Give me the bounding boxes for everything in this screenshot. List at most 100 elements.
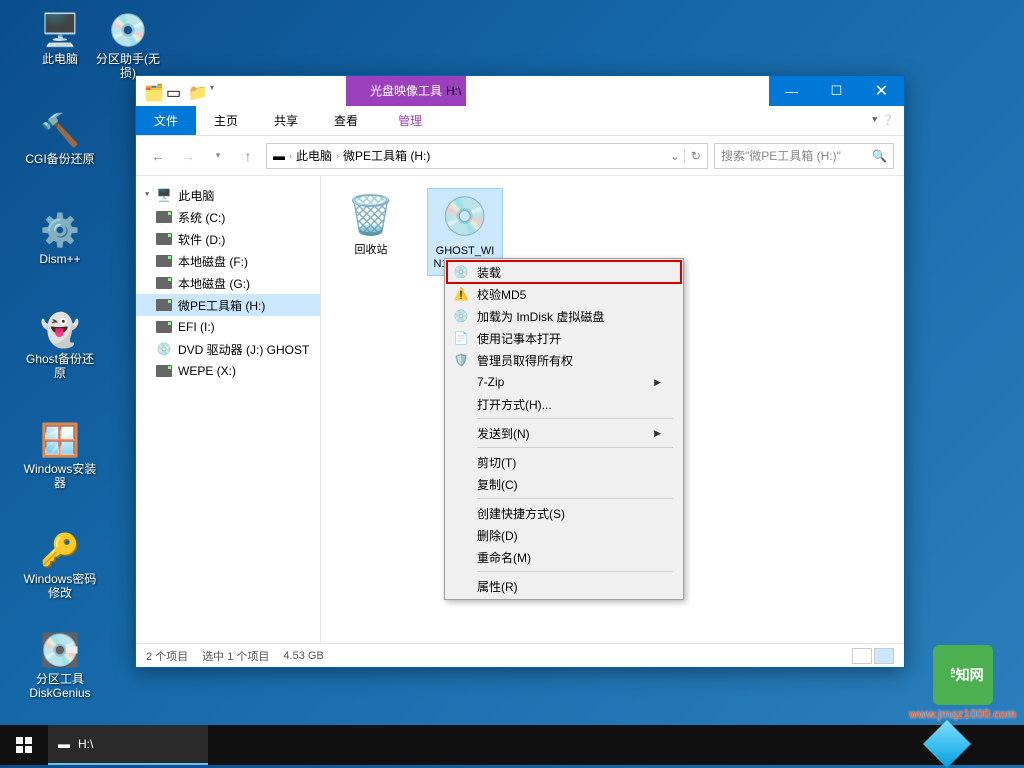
menu-item[interactable]: ⚠️校验MD5 xyxy=(447,283,681,305)
taskbar-item-explorer[interactable]: ▬ H:\ xyxy=(48,725,208,765)
desktop-icon-partition-assistant[interactable]: 💿分区助手(无损) xyxy=(90,10,166,80)
drive-icon: 💿 xyxy=(156,341,172,357)
address-bar: ← → ▾ ↑ ▬ › 此电脑 › 微PE工具箱 (H:) ⌄ ↻ 搜索"微PE… xyxy=(136,136,904,176)
minimize-button[interactable]: — xyxy=(769,76,814,106)
menu-item[interactable]: 复制(C) xyxy=(447,473,681,495)
desktop-icon-windows-installer[interactable]: 🪟Windows安装器 xyxy=(22,420,98,490)
ribbon-tab-view[interactable]: 查看 xyxy=(316,106,376,135)
drive-icon xyxy=(156,275,172,291)
menu-item[interactable]: 💿装载 xyxy=(447,261,681,283)
sidebar-item-drive[interactable]: 💿 DVD 驱动器 (J:) GHOST xyxy=(136,338,320,360)
desktop-icon-this-pc[interactable]: 🖥️此电脑 xyxy=(22,10,98,66)
explorer-icon: 🗂️ xyxy=(144,83,160,99)
diskgenius-icon: 💽 xyxy=(40,630,80,670)
sidebar-item-label: DVD 驱动器 (J:) GHOST xyxy=(178,341,309,358)
sidebar-item-drive[interactable]: 软件 (D:) xyxy=(136,228,320,250)
drive-icon xyxy=(156,319,172,335)
ghost-iso-icon: 💿 xyxy=(441,193,489,241)
ribbon-tab-file[interactable]: 文件 xyxy=(136,106,196,135)
collapse-icon[interactable]: ⯆ xyxy=(144,190,150,200)
menu-item[interactable]: 7-Zip▶ xyxy=(447,371,681,393)
sidebar-item-drive[interactable]: 本地磁盘 (G:) xyxy=(136,272,320,294)
recent-locations-icon[interactable]: ▾ xyxy=(206,144,230,168)
breadcrumb-segment[interactable]: 此电脑 xyxy=(296,147,332,164)
menu-item[interactable]: 删除(D) xyxy=(447,524,681,546)
menu-item-label: 使用记事本打开 xyxy=(477,330,561,347)
menu-item-icon: 💿 xyxy=(453,308,469,324)
sidebar-item-drive[interactable]: 系统 (C:) xyxy=(136,206,320,228)
file-item-recycle-bin[interactable]: 🗑️回收站 xyxy=(333,188,409,261)
watermark: 学知网 www.jmqz1000.com xyxy=(909,645,1016,721)
drive-icon: ▬ xyxy=(58,737,70,751)
menu-item-label: 属性(R) xyxy=(477,578,518,595)
watermark-url: www.jmqz1000.com xyxy=(909,707,1016,721)
cgi-backup-icon: 🔨 xyxy=(40,110,80,150)
menu-item[interactable]: 🛡️管理员取得所有权 xyxy=(447,349,681,371)
menu-item[interactable]: 创建快捷方式(S) xyxy=(447,502,681,524)
refresh-icon[interactable]: ↻ xyxy=(684,149,701,163)
up-button[interactable]: ↑ xyxy=(236,144,260,168)
sidebar-item-label: 微PE工具箱 (H:) xyxy=(178,297,265,314)
view-details-button[interactable] xyxy=(852,648,872,664)
menu-item[interactable]: 💿加载为 ImDisk 虚拟磁盘 xyxy=(447,305,681,327)
menu-item-label: 重命名(M) xyxy=(477,549,531,566)
drive-icon xyxy=(156,209,172,225)
search-placeholder: 搜索"微PE工具箱 (H:)" xyxy=(721,147,841,164)
windows-installer-icon: 🪟 xyxy=(40,420,80,460)
desktop-icon-dism[interactable]: ⚙️ Dism++ xyxy=(22,210,98,266)
forward-button[interactable]: → xyxy=(176,144,200,168)
sidebar-item-this-pc[interactable]: ⯆ 🖥️ 此电脑 xyxy=(136,184,320,206)
desktop-icon-label: 此电脑 xyxy=(22,52,98,66)
ribbon-tab-manage[interactable]: 管理 xyxy=(380,106,440,135)
breadcrumb-segment[interactable]: 微PE工具箱 (H:) xyxy=(343,147,430,164)
chevron-right-icon[interactable]: › xyxy=(289,151,292,161)
menu-item[interactable]: 剪切(T) xyxy=(447,451,681,473)
menu-item[interactable]: 属性(R) xyxy=(447,575,681,597)
menu-item[interactable]: 打开方式(H)... xyxy=(447,393,681,415)
menu-item-label: 7-Zip xyxy=(477,375,504,389)
desktop-icon-diskgenius[interactable]: 💽分区工具DiskGenius xyxy=(22,630,98,700)
ribbon-expand-icon[interactable]: ⯆ ❔ xyxy=(861,106,904,135)
search-input[interactable]: 搜索"微PE工具箱 (H:)" 🔍 xyxy=(714,143,894,169)
sidebar-item-drive[interactable]: EFI (I:) xyxy=(136,316,320,338)
ribbon-tab-share[interactable]: 共享 xyxy=(256,106,316,135)
desktop-icon-windows-password[interactable]: 🔑Windows密码修改 xyxy=(22,530,98,600)
menu-item[interactable]: 📄 使用记事本打开 xyxy=(447,327,681,349)
ribbon-tab-home[interactable]: 主页 xyxy=(196,106,256,135)
menu-separator xyxy=(477,571,673,572)
dism-icon: ⚙️ xyxy=(40,210,80,250)
menu-item-icon: 📄 xyxy=(453,330,469,346)
start-button[interactable] xyxy=(0,725,48,765)
desktop-icon-ghost-backup[interactable]: 👻Ghost备份还原 xyxy=(22,310,98,380)
status-bar: 2 个项目 选中 1 个项目 4.53 GB xyxy=(136,643,904,667)
sidebar-item-label: 系统 (C:) xyxy=(178,209,225,226)
navigation-pane: ⯆ 🖥️ 此电脑 系统 (C:) 软件 (D:)本地磁盘 (F:)本地磁盘 (G:… xyxy=(136,176,321,643)
sidebar-item-label: EFI (I:) xyxy=(178,320,215,334)
search-icon[interactable]: 🔍 xyxy=(872,149,887,163)
qat-dropdown-icon[interactable]: ▾ xyxy=(210,83,226,99)
drive-icon xyxy=(156,297,172,313)
close-button[interactable]: ✕ xyxy=(859,76,904,106)
menu-item-label: 复制(C) xyxy=(477,476,518,493)
menu-item[interactable]: 重命名(M) xyxy=(447,546,681,568)
status-size: 4.53 GB xyxy=(283,650,323,662)
qat-properties-icon[interactable]: ▭ xyxy=(166,83,182,99)
qat-newfolder-icon[interactable]: 📁 xyxy=(188,83,204,99)
menu-item-label: 剪切(T) xyxy=(477,454,516,471)
view-icons-button[interactable] xyxy=(874,648,894,664)
maximize-button[interactable]: ☐ xyxy=(814,76,859,106)
dropdown-icon[interactable]: ⌄ xyxy=(670,149,680,163)
chevron-right-icon[interactable]: › xyxy=(336,151,339,161)
sidebar-item-drive[interactable]: 微PE工具箱 (H:) xyxy=(136,294,320,316)
partition-assistant-icon: 💿 xyxy=(108,10,148,50)
menu-item-label: 发送到(N) xyxy=(477,425,530,442)
desktop-icon-cgi-backup[interactable]: 🔨CGI备份还原 xyxy=(22,110,98,166)
sidebar-item-drive[interactable]: 本地磁盘 (F:) xyxy=(136,250,320,272)
menu-separator xyxy=(477,447,673,448)
menu-item[interactable]: 发送到(N)▶ xyxy=(447,422,681,444)
sidebar-item-drive[interactable]: WEPE (X:) xyxy=(136,360,320,382)
back-button[interactable]: ← xyxy=(146,144,170,168)
desktop-icon-label: Dism++ xyxy=(22,252,98,266)
breadcrumb[interactable]: ▬ › 此电脑 › 微PE工具箱 (H:) ⌄ ↻ xyxy=(266,143,708,169)
titlebar[interactable]: 🗂️ ▭ 📁 ▾ 光盘映像工具 H:\ — ☐ ✕ xyxy=(136,76,904,106)
